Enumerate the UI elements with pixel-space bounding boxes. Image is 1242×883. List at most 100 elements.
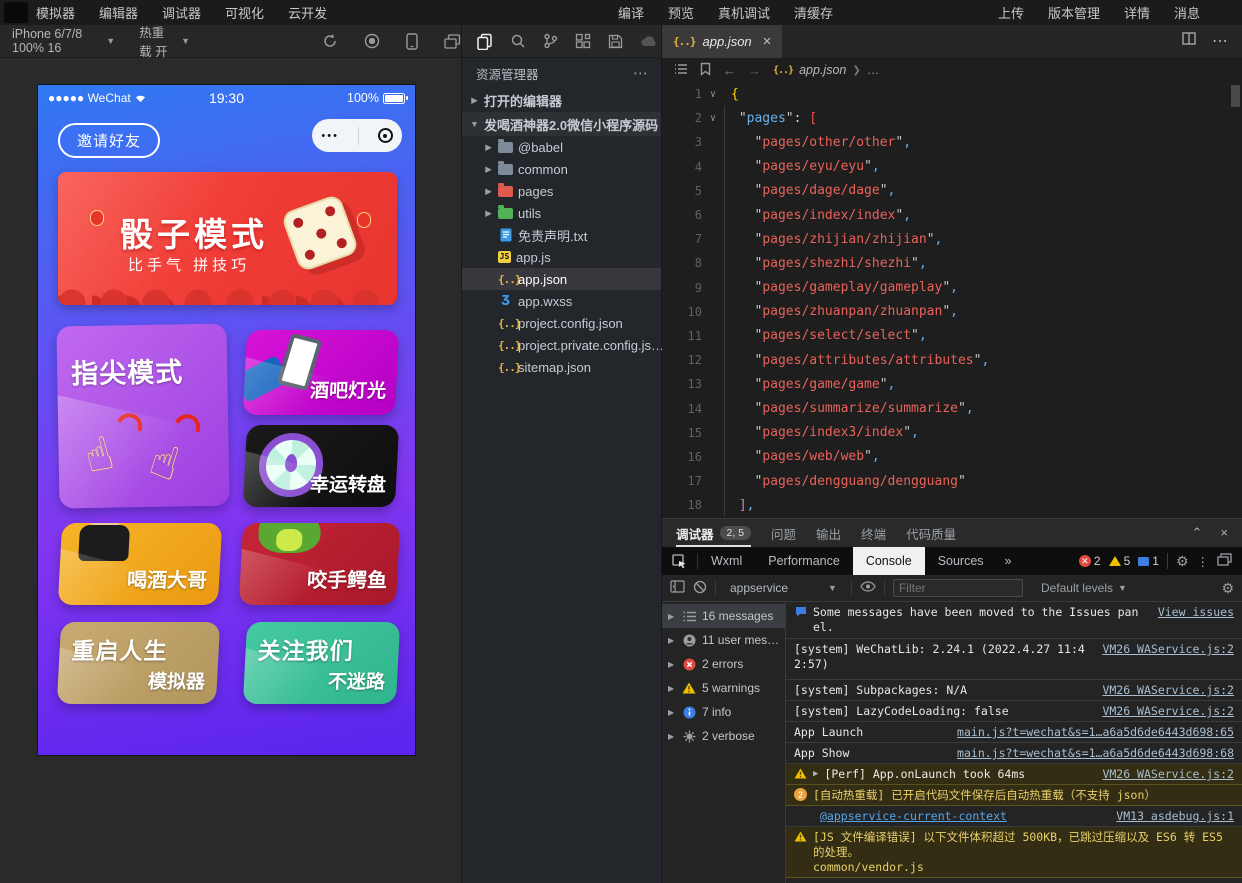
console-message[interactable]: App Launchmain.js?t=wechat&s=1…a6a5d6de6… [786, 722, 1242, 743]
extensions-icon[interactable] [575, 33, 591, 49]
tree-file-project.private.config.js[interactable]: {..}project.private.config.js… [462, 334, 661, 356]
console-filter-info[interactable]: ▶7 info [662, 700, 785, 724]
source-link[interactable]: VM13 asdebug.js:1 [1116, 809, 1234, 824]
tree-open-editors[interactable]: ▶打开的编辑器 [462, 88, 661, 112]
devtools-tab-console[interactable]: Console [853, 547, 925, 575]
debug-tab-终端[interactable]: 终端 [861, 519, 886, 547]
tree-folder-babel[interactable]: ▶@babel [462, 136, 661, 158]
source-link[interactable]: VM26 WAService.js:2 [1102, 683, 1234, 698]
menu-version[interactable]: 版本管理 [1048, 3, 1100, 22]
source-link[interactable]: View issues [1158, 605, 1234, 620]
console-message[interactable]: @appservice-current-contextVM13 asdebug.… [786, 806, 1242, 827]
tile-biting-crocodile[interactable]: 咬手鳄鱼 [239, 523, 400, 605]
console-message[interactable]: 2[自动热重载] 已开启代码文件保存后自动热重载（不支持 json） [786, 785, 1242, 806]
console-filter-error[interactable]: ▶2 errors [662, 652, 785, 676]
breadcrumb-more[interactable]: … [867, 63, 880, 77]
tree-file-app.js[interactable]: JSapp.js [462, 246, 661, 268]
split-editor-icon[interactable] [1182, 32, 1196, 50]
debug-tab-输出[interactable]: 输出 [816, 519, 841, 547]
record-icon[interactable] [364, 33, 380, 49]
tree-folder-pages[interactable]: ▶pages [462, 180, 661, 202]
eye-icon[interactable] [860, 581, 876, 595]
console-message[interactable]: [system] Subpackages: N/AVM26 WAService.… [786, 680, 1242, 701]
menu-compile[interactable]: 编译 [618, 3, 644, 22]
devtools-popout-icon[interactable] [1217, 553, 1232, 569]
phone-mode-icon[interactable] [406, 33, 418, 50]
invite-friends-button[interactable]: 邀请好友 [58, 123, 160, 158]
devtools-more-tabs[interactable]: » [997, 554, 1020, 568]
console-message[interactable]: [system] WeChatLib: 2.24.1 (2022.4.27 11… [786, 639, 1242, 680]
tab-close-icon[interactable]: × [763, 33, 772, 50]
menu-editor[interactable]: 编辑器 [99, 3, 138, 22]
fold-icon[interactable]: ∨ [702, 113, 724, 124]
dice-mode-banner[interactable]: 骰子模式 比手气 拼技巧 [58, 172, 397, 305]
outline-icon[interactable] [674, 63, 688, 78]
console-sidebar-toggle-icon[interactable] [670, 580, 685, 596]
console-clear-icon[interactable] [693, 580, 707, 597]
source-link[interactable]: VM26 WAService.js:2 [1102, 767, 1234, 782]
devtools-kebab-icon[interactable]: ⋮ [1197, 554, 1210, 569]
log-levels-selector[interactable]: Default levels▼ [1041, 581, 1127, 595]
code-editor[interactable]: 1∨{2∨ "pages": [3 "pages/other/other",4 … [662, 82, 1242, 518]
menu-preview[interactable]: 预览 [668, 3, 694, 22]
tree-file-app.json[interactable]: {..}app.json [462, 268, 661, 290]
bookmark-icon[interactable] [700, 62, 711, 79]
detach-window-icon[interactable] [444, 34, 461, 49]
tile-follow-us[interactable]: 关注我们 不迷路 [243, 622, 400, 704]
source-link[interactable]: VM26 WAService.js:2 [1102, 642, 1234, 657]
app-icon[interactable] [4, 2, 28, 23]
search-icon[interactable] [510, 33, 526, 49]
source-link[interactable]: VM26 WAService.js:2 [1102, 704, 1234, 719]
console-message[interactable]: [JS 文件编译错误] 以下文件体积超过 500KB，已跳过压缩以及 ES6 转… [786, 827, 1242, 878]
capsule-more-icon[interactable]: ••• [321, 130, 339, 142]
console-settings-icon[interactable]: ⚙ [1221, 580, 1234, 597]
devtools-tab-performance[interactable]: Performance [755, 547, 853, 575]
hot-reload-selector[interactable]: 热重载 开▼ [127, 25, 202, 57]
tab-app-json[interactable]: {..} app.json × [662, 25, 782, 58]
console-filter-verbose[interactable]: ▶2 verbose [662, 724, 785, 748]
console-message[interactable]: App Showmain.js?t=wechat&s=1…a6a5d6de644… [786, 743, 1242, 764]
console-filter-list[interactable]: ▶16 messages [662, 604, 785, 628]
menu-clear-cache[interactable]: 清缓存 [794, 3, 833, 22]
save-icon[interactable] [608, 34, 623, 49]
inspect-element-icon[interactable] [662, 553, 698, 569]
panel-close-icon[interactable]: × [1220, 525, 1228, 541]
source-link[interactable]: main.js?t=wechat&s=1…a6a5d6de6443d698:65 [957, 725, 1234, 740]
tile-fingertip-mode[interactable]: 指尖模式 ☝ ☝ [56, 324, 229, 509]
tile-restart-life[interactable]: 重启人生 模拟器 [57, 622, 220, 704]
console-filter-input[interactable] [893, 579, 1023, 597]
debug-tab-问题[interactable]: 问题 [771, 519, 796, 547]
devtools-tab-wxml[interactable]: Wxml [698, 547, 755, 575]
error-count[interactable]: ✕2 [1079, 554, 1101, 568]
capsule-close-icon[interactable] [378, 128, 393, 143]
tree-file-.txt[interactable]: 免责声明.txt [462, 224, 661, 246]
debug-tab-调试器[interactable]: 调试器2, 5 [676, 519, 751, 547]
devtools-tab-sources[interactable]: Sources [925, 547, 997, 575]
menu-cloud[interactable]: 云开发 [288, 3, 327, 22]
console-message[interactable]: ▶[Perf] App.onLaunch took 64msVM26 WASer… [786, 764, 1242, 785]
menu-remote-debug[interactable]: 真机调试 [718, 3, 770, 22]
refresh-icon[interactable] [322, 33, 338, 49]
panel-collapse-icon[interactable]: ⌃ [1192, 525, 1203, 541]
message-count[interactable]: 1 [1138, 554, 1159, 568]
tile-lucky-wheel[interactable]: 幸运转盘 [243, 425, 399, 507]
devtools-settings-icon[interactable]: ⚙ [1176, 553, 1189, 570]
console-filter-user[interactable]: ▶11 user mes… [662, 628, 785, 652]
cloud-icon[interactable] [640, 35, 658, 48]
tree-file-project.config.json[interactable]: {..}project.config.json [462, 312, 661, 334]
context-selector[interactable]: appservice▼ [724, 579, 843, 597]
tree-file-sitemap.json[interactable]: {..}sitemap.json [462, 356, 661, 378]
expand-arrow-icon[interactable]: ▶ [813, 767, 818, 779]
editor-more-icon[interactable]: ⋯ [1212, 31, 1228, 51]
console-message[interactable]: [system] LazyCodeLoading: falseVM26 WASe… [786, 701, 1242, 722]
menu-messages[interactable]: 消息 [1174, 3, 1200, 22]
editor-scrollbar[interactable] [1231, 85, 1240, 107]
warning-count[interactable]: 5 [1109, 554, 1131, 568]
menu-visualization[interactable]: 可视化 [225, 3, 264, 22]
tree-file-app.wxss[interactable]: Ʒapp.wxss [462, 290, 661, 312]
explorer-more-icon[interactable]: ⋯ [633, 64, 649, 82]
debug-tab-代码质量[interactable]: 代码质量 [906, 519, 956, 547]
files-icon[interactable] [476, 33, 493, 50]
menu-debugger[interactable]: 调试器 [162, 3, 201, 22]
nav-back-icon[interactable]: ← [723, 63, 736, 78]
